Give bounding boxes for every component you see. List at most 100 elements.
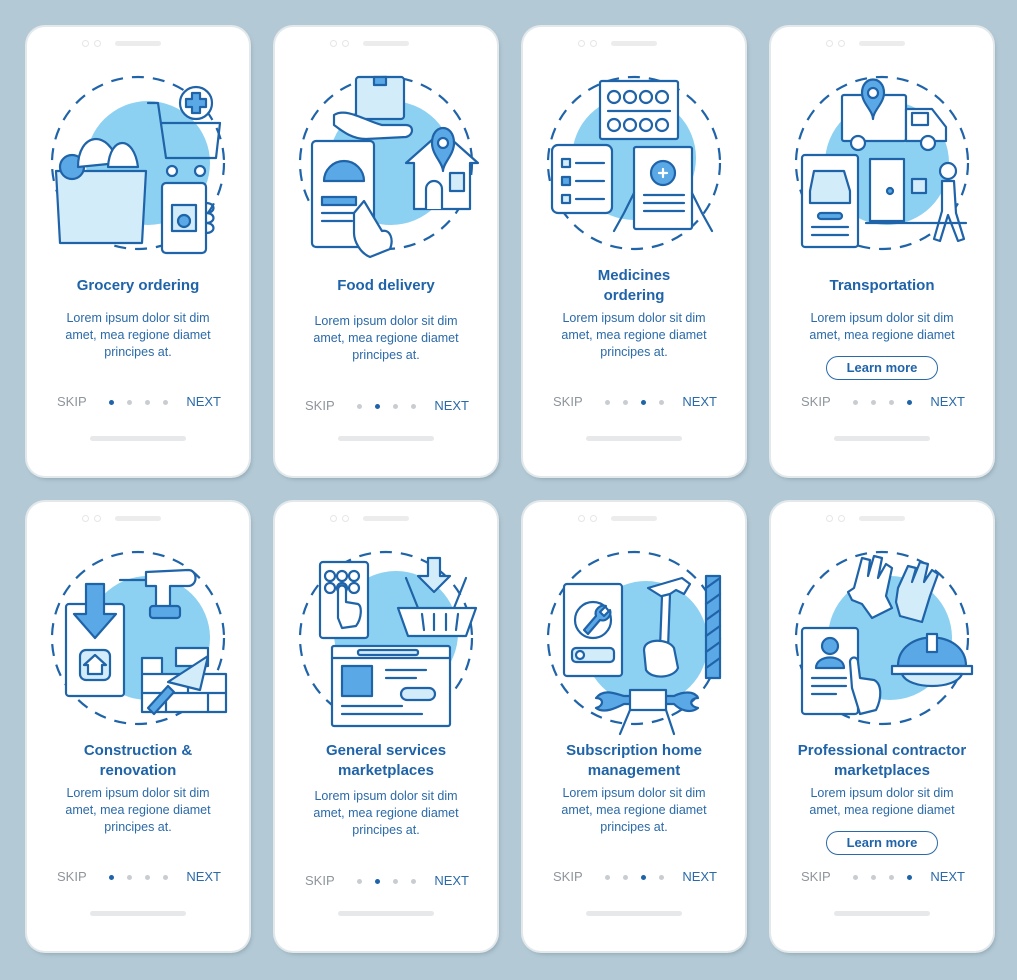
onboarding-screen: Professional contractor marketplaces Lor…	[771, 502, 993, 951]
step-dot[interactable]	[145, 875, 150, 880]
screen-title: Medicines ordering	[597, 267, 671, 304]
contractor-marketplace-icon	[794, 550, 974, 726]
screen-description: Lorem ipsum dolor sit dim amet, mea regi…	[313, 314, 459, 362]
onboarding-nav: SKIP NEXT	[523, 393, 745, 411]
home-indicator	[90, 436, 186, 441]
phone-notch	[826, 40, 905, 47]
next-button[interactable]: NEXT	[434, 397, 469, 415]
next-button[interactable]: NEXT	[186, 868, 221, 886]
screen-title: Transportation	[829, 277, 935, 294]
step-dot[interactable]	[659, 400, 664, 405]
step-dot[interactable]	[623, 400, 628, 405]
step-dot[interactable]	[871, 400, 876, 405]
onboarding-screen: Food delivery Lorem ipsum dolor sit dim …	[275, 27, 497, 476]
skip-button[interactable]: SKIP	[553, 868, 583, 886]
step-dot[interactable]	[889, 875, 894, 880]
screen-title: Food delivery	[337, 277, 435, 294]
skip-button[interactable]: SKIP	[801, 868, 831, 886]
phone-notch	[330, 515, 409, 522]
next-button[interactable]: NEXT	[930, 393, 965, 411]
step-dot[interactable]	[393, 404, 398, 409]
step-dot-active[interactable]	[641, 875, 646, 880]
step-dot[interactable]	[871, 875, 876, 880]
home-indicator	[338, 436, 434, 441]
home-indicator	[834, 436, 930, 441]
onboarding-nav: SKIP NEXT	[771, 868, 993, 886]
screen-description: Lorem ipsum dolor sit dim amet, mea regi…	[809, 786, 955, 817]
step-dot-active[interactable]	[109, 400, 114, 405]
step-indicator	[605, 875, 664, 880]
step-dot-active[interactable]	[907, 400, 912, 405]
general-services-icon	[298, 550, 478, 728]
skip-button[interactable]: SKIP	[57, 868, 87, 886]
step-indicator	[605, 400, 664, 405]
step-dot[interactable]	[127, 875, 132, 880]
step-dot[interactable]	[357, 404, 362, 409]
construction-renovation-icon	[50, 550, 228, 726]
step-indicator	[357, 879, 416, 884]
learn-more-button[interactable]: Learn more	[826, 356, 938, 380]
phone-notch	[578, 515, 657, 522]
food-delivery-icon	[298, 75, 480, 259]
onboarding-nav: SKIP NEXT	[27, 393, 249, 411]
step-dot[interactable]	[127, 400, 132, 405]
step-dot-active[interactable]	[375, 404, 380, 409]
screen-description: Lorem ipsum dolor sit dim amet, mea regi…	[65, 311, 211, 359]
skip-button[interactable]: SKIP	[553, 393, 583, 411]
step-dot[interactable]	[853, 400, 858, 405]
step-dot-active[interactable]	[375, 879, 380, 884]
step-dot[interactable]	[889, 400, 894, 405]
step-indicator	[109, 400, 168, 405]
phone-notch	[578, 40, 657, 47]
next-button[interactable]: NEXT	[434, 872, 469, 890]
learn-more-button[interactable]: Learn more	[826, 831, 938, 855]
step-dot[interactable]	[163, 400, 168, 405]
step-dot[interactable]	[411, 879, 416, 884]
next-button[interactable]: NEXT	[186, 393, 221, 411]
step-indicator	[853, 875, 912, 880]
skip-button[interactable]: SKIP	[57, 393, 87, 411]
step-dot[interactable]	[659, 875, 664, 880]
onboarding-screens-grid: Grocery ordering Lorem ipsum dolor sit d…	[27, 27, 993, 951]
step-dot-active[interactable]	[641, 400, 646, 405]
phone-notch	[826, 515, 905, 522]
skip-button[interactable]: SKIP	[305, 872, 335, 890]
home-indicator	[338, 911, 434, 916]
skip-button[interactable]: SKIP	[801, 393, 831, 411]
onboarding-screen: Construction & renovation Lorem ipsum do…	[27, 502, 249, 951]
home-indicator	[834, 911, 930, 916]
screen-title: Professional contractor marketplaces	[797, 742, 967, 779]
screen-description: Lorem ipsum dolor sit dim amet, mea regi…	[313, 789, 459, 837]
next-button[interactable]: NEXT	[682, 868, 717, 886]
next-button[interactable]: NEXT	[930, 868, 965, 886]
step-dot[interactable]	[357, 879, 362, 884]
home-management-icon	[546, 550, 722, 736]
skip-button[interactable]: SKIP	[305, 397, 335, 415]
screen-description: Lorem ipsum dolor sit dim amet, mea regi…	[65, 786, 211, 834]
onboarding-nav: SKIP NEXT	[523, 868, 745, 886]
step-dot[interactable]	[163, 875, 168, 880]
onboarding-screen: General services marketplaces Lorem ipsu…	[275, 502, 497, 951]
step-dot-active[interactable]	[109, 875, 114, 880]
home-indicator	[90, 911, 186, 916]
next-button[interactable]: NEXT	[682, 393, 717, 411]
step-dot[interactable]	[605, 400, 610, 405]
home-indicator	[586, 911, 682, 916]
phone-notch	[330, 40, 409, 47]
screen-description: Lorem ipsum dolor sit dim amet, mea regi…	[561, 786, 707, 834]
step-dot[interactable]	[853, 875, 858, 880]
step-dot[interactable]	[393, 879, 398, 884]
step-dot[interactable]	[145, 400, 150, 405]
transportation-icon	[794, 75, 970, 251]
step-dot[interactable]	[623, 875, 628, 880]
step-indicator	[357, 404, 416, 409]
screen-title: Subscription home management	[566, 742, 702, 779]
onboarding-screen: Medicines ordering Lorem ipsum dolor sit…	[523, 27, 745, 476]
phone-notch	[82, 515, 161, 522]
screen-description: Lorem ipsum dolor sit dim amet, mea regi…	[809, 311, 955, 342]
step-dot-active[interactable]	[907, 875, 912, 880]
screen-title: Grocery ordering	[76, 277, 200, 294]
onboarding-screen: Subscription home management Lorem ipsum…	[523, 502, 745, 951]
step-dot[interactable]	[605, 875, 610, 880]
step-dot[interactable]	[411, 404, 416, 409]
